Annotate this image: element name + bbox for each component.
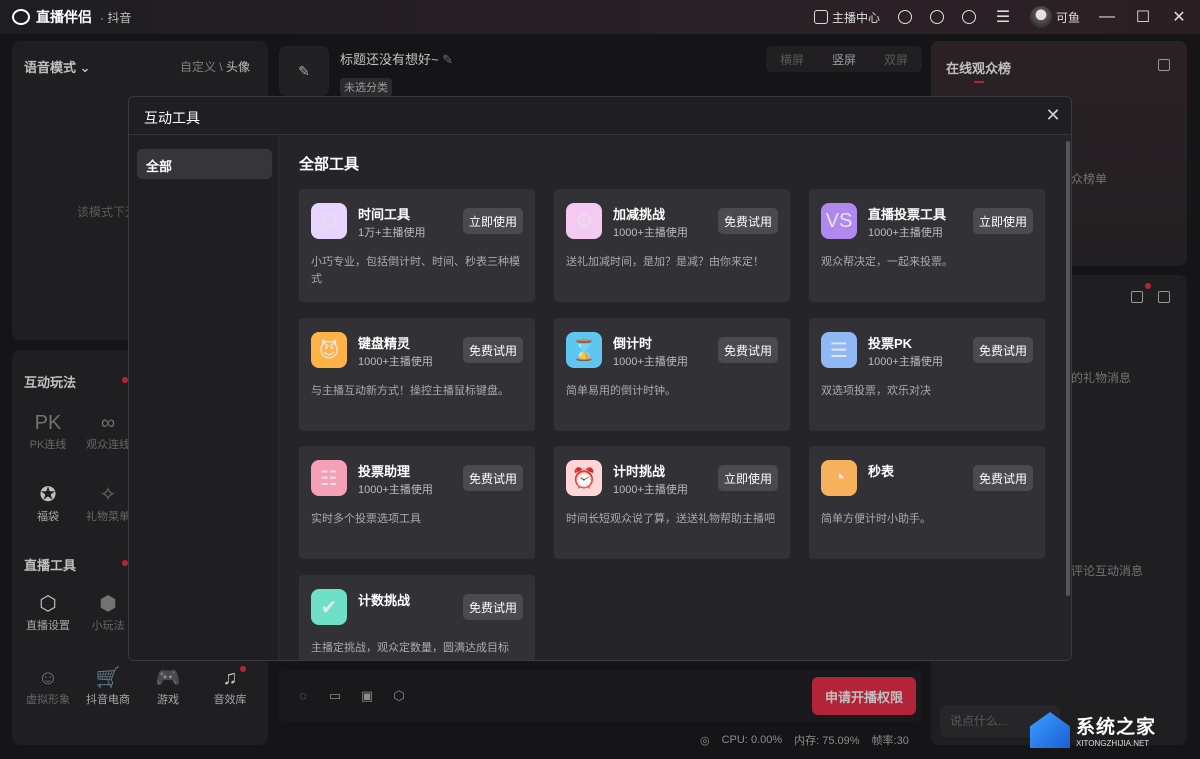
tool-action-button[interactable]: 立即使用 (462, 208, 523, 234)
tool-card[interactable]: ⏱ 时间工具 1万+主播使用 立即使用小巧专业，包括倒计时、时间、秒表三种模式 (299, 189, 535, 302)
tool-icon: ☷ (311, 460, 347, 496)
tool-name: 投票助理 (358, 464, 411, 479)
app-logo: 直播伴侣 · 抖音 (12, 7, 131, 27)
sidebar-item-all[interactable]: 全部 (137, 149, 272, 179)
close-window-button[interactable]: ✕ (1170, 7, 1188, 27)
watermark: 系统之家 XITONGZHIJIA.NET (1030, 704, 1198, 756)
tool-card[interactable]: ☷ 投票助理 1000+主播使用 免费试用实时多个投票选项工具 (299, 446, 535, 559)
tool-card[interactable]: VS 直播投票工具 1000+主播使用 立即使用观众帮决定，一起来投票。 (809, 189, 1045, 302)
tool-action-button[interactable]: 免费试用 (462, 337, 523, 363)
tool-action-button[interactable]: 免费试用 (972, 465, 1033, 491)
tool-action-button[interactable]: 免费试用 (972, 337, 1033, 363)
tool-users: 1000+主播使用 (613, 227, 688, 239)
tool-name: 计数挑战 (358, 593, 411, 608)
tool-description: 简单易用的倒计时钟。 (566, 385, 676, 397)
help-icon[interactable] (961, 10, 976, 24)
tool-action-button[interactable]: 免费试用 (717, 208, 778, 234)
tool-name: 键盘精灵 (358, 336, 411, 351)
section-title: 全部工具 (299, 156, 360, 173)
interactive-tools-dialog: 互动工具 ✕ 全部 全部工具 ⏱ 时间工具 1万+主播使用 立即使用 小巧专业，包括倒计… (128, 96, 1072, 661)
scrollbar[interactable] (1066, 141, 1070, 596)
tool-card[interactable]: ◔ 秒表 免费试用简单方便计时小助手。 (809, 446, 1045, 559)
app-name: 直播伴侣 (36, 9, 92, 25)
tool-icon: VS (821, 203, 857, 239)
watermark-logo-icon (1030, 712, 1070, 748)
user-profile[interactable]: 可鱼 (1029, 6, 1080, 28)
title-bar: 直播伴侣 · 抖音 主播中心 ☰ 可鱼 — ☐ ✕ (0, 0, 1200, 34)
dialog-title: 互动工具 (144, 110, 200, 126)
watermark-text: 系统之家 (1076, 717, 1157, 738)
tool-icon: ☰ (821, 332, 857, 368)
tool-name: 计时挑战 (613, 464, 666, 479)
tool-icon: ⏱ (311, 203, 347, 239)
tool-name: 时间工具 (358, 207, 411, 222)
tool-card[interactable]: ✔ 计数挑战 免费试用主播定挑战，观众定数量，圆满达成目标 (299, 575, 535, 660)
tool-name: 秒表 (868, 464, 895, 479)
tool-description: 与主播互动新方式！操控主播鼠标键盘。 (311, 385, 509, 397)
tool-card[interactable]: ⏲ 加减挑战 1000+主播使用 免费试用送礼加减时间，是加？是减？由你来定！ (554, 189, 790, 302)
tool-description: 送礼加减时间，是加？是减？由你来定！ (566, 256, 764, 268)
tool-users: 1000+主播使用 (613, 356, 688, 368)
tool-users: 1000+主播使用 (868, 356, 943, 368)
dialog-header: 互动工具 ✕ (129, 97, 1071, 135)
username: 可鱼 (1055, 10, 1080, 25)
anchor-center-button[interactable]: 主播中心 (813, 9, 880, 26)
tool-icon: ⏰ (566, 460, 602, 496)
tool-description: 小巧专业，包括倒计时、时间、秒表三种模式 (311, 256, 520, 285)
tool-description: 时间长短观众说了算，送送礼物帮助主播吧 (566, 513, 775, 525)
dialog-sidebar: 全部 (129, 135, 279, 660)
tool-description: 双选项投票，欢乐对决 (821, 385, 931, 397)
tool-card[interactable]: ⌛ 倒计时 1000+主播使用 免费试用简单易用的倒计时钟。 (554, 318, 790, 431)
tools-grid: 全部工具 ⏱ 时间工具 1万+主播使用 立即使用 小巧专业，包括倒计时、时间、秒表三种模… (279, 135, 1071, 660)
tool-name: 加减挑战 (613, 207, 666, 222)
logo-icon (12, 9, 30, 25)
tool-icon: ✔ (311, 589, 347, 625)
tool-users: 1000+主播使用 (868, 227, 943, 239)
maximize-button[interactable]: ☐ (1134, 7, 1152, 27)
message-icon[interactable] (929, 10, 944, 24)
anchor-center-label: 主播中心 (831, 10, 880, 25)
tool-action-button[interactable]: 免费试用 (717, 337, 778, 363)
tool-description: 实时多个投票选项工具 (311, 513, 421, 525)
headset-icon[interactable] (897, 10, 912, 24)
tool-name: 直播投票工具 (868, 207, 947, 222)
tool-users: 1000+主播使用 (358, 484, 433, 496)
tool-users: 1000+主播使用 (613, 484, 688, 496)
tool-card[interactable]: ⏰ 计时挑战 1000+主播使用 立即使用时间长短观众说了算，送送礼物帮助主播吧 (554, 446, 790, 559)
chart-icon (813, 10, 828, 24)
tool-icon: ⏲ (566, 203, 602, 239)
tool-description: 观众帮决定，一起来投票。 (821, 256, 953, 268)
tool-name: 倒计时 (613, 336, 653, 351)
close-icon[interactable]: ✕ (1043, 105, 1063, 125)
app-platform: · 抖音 (100, 10, 132, 25)
tool-card[interactable]: ☰ 投票PK 1000+主播使用 免费试用双选项投票，欢乐对决 (809, 318, 1045, 431)
tool-action-button[interactable]: 立即使用 (972, 208, 1033, 234)
avatar (1029, 6, 1052, 28)
minimize-button[interactable]: — (1098, 8, 1116, 26)
tool-users: 1万+主播使用 (358, 227, 426, 239)
tool-icon: ⌛ (566, 332, 602, 368)
tool-action-button[interactable]: 免费试用 (462, 594, 523, 620)
tool-users: 1000+主播使用 (358, 356, 433, 368)
tool-description: 简单方便计时小助手。 (821, 513, 931, 525)
tool-icon: ◔ (821, 460, 857, 496)
tool-name: 投票PK (868, 336, 913, 351)
tool-action-button[interactable]: 免费试用 (462, 465, 523, 491)
tool-icon: 😈 (311, 332, 347, 368)
tool-card[interactable]: 😈 键盘精灵 1000+主播使用 免费试用与主播互动新方式！操控主播鼠标键盘。 (299, 318, 535, 431)
watermark-url: XITONGZHIJIA.NET (1076, 739, 1150, 748)
menu-icon[interactable]: ☰ (994, 7, 1012, 27)
tool-description: 主播定挑战，观众定数量，圆满达成目标 (311, 642, 509, 654)
tool-action-button[interactable]: 立即使用 (717, 465, 778, 491)
